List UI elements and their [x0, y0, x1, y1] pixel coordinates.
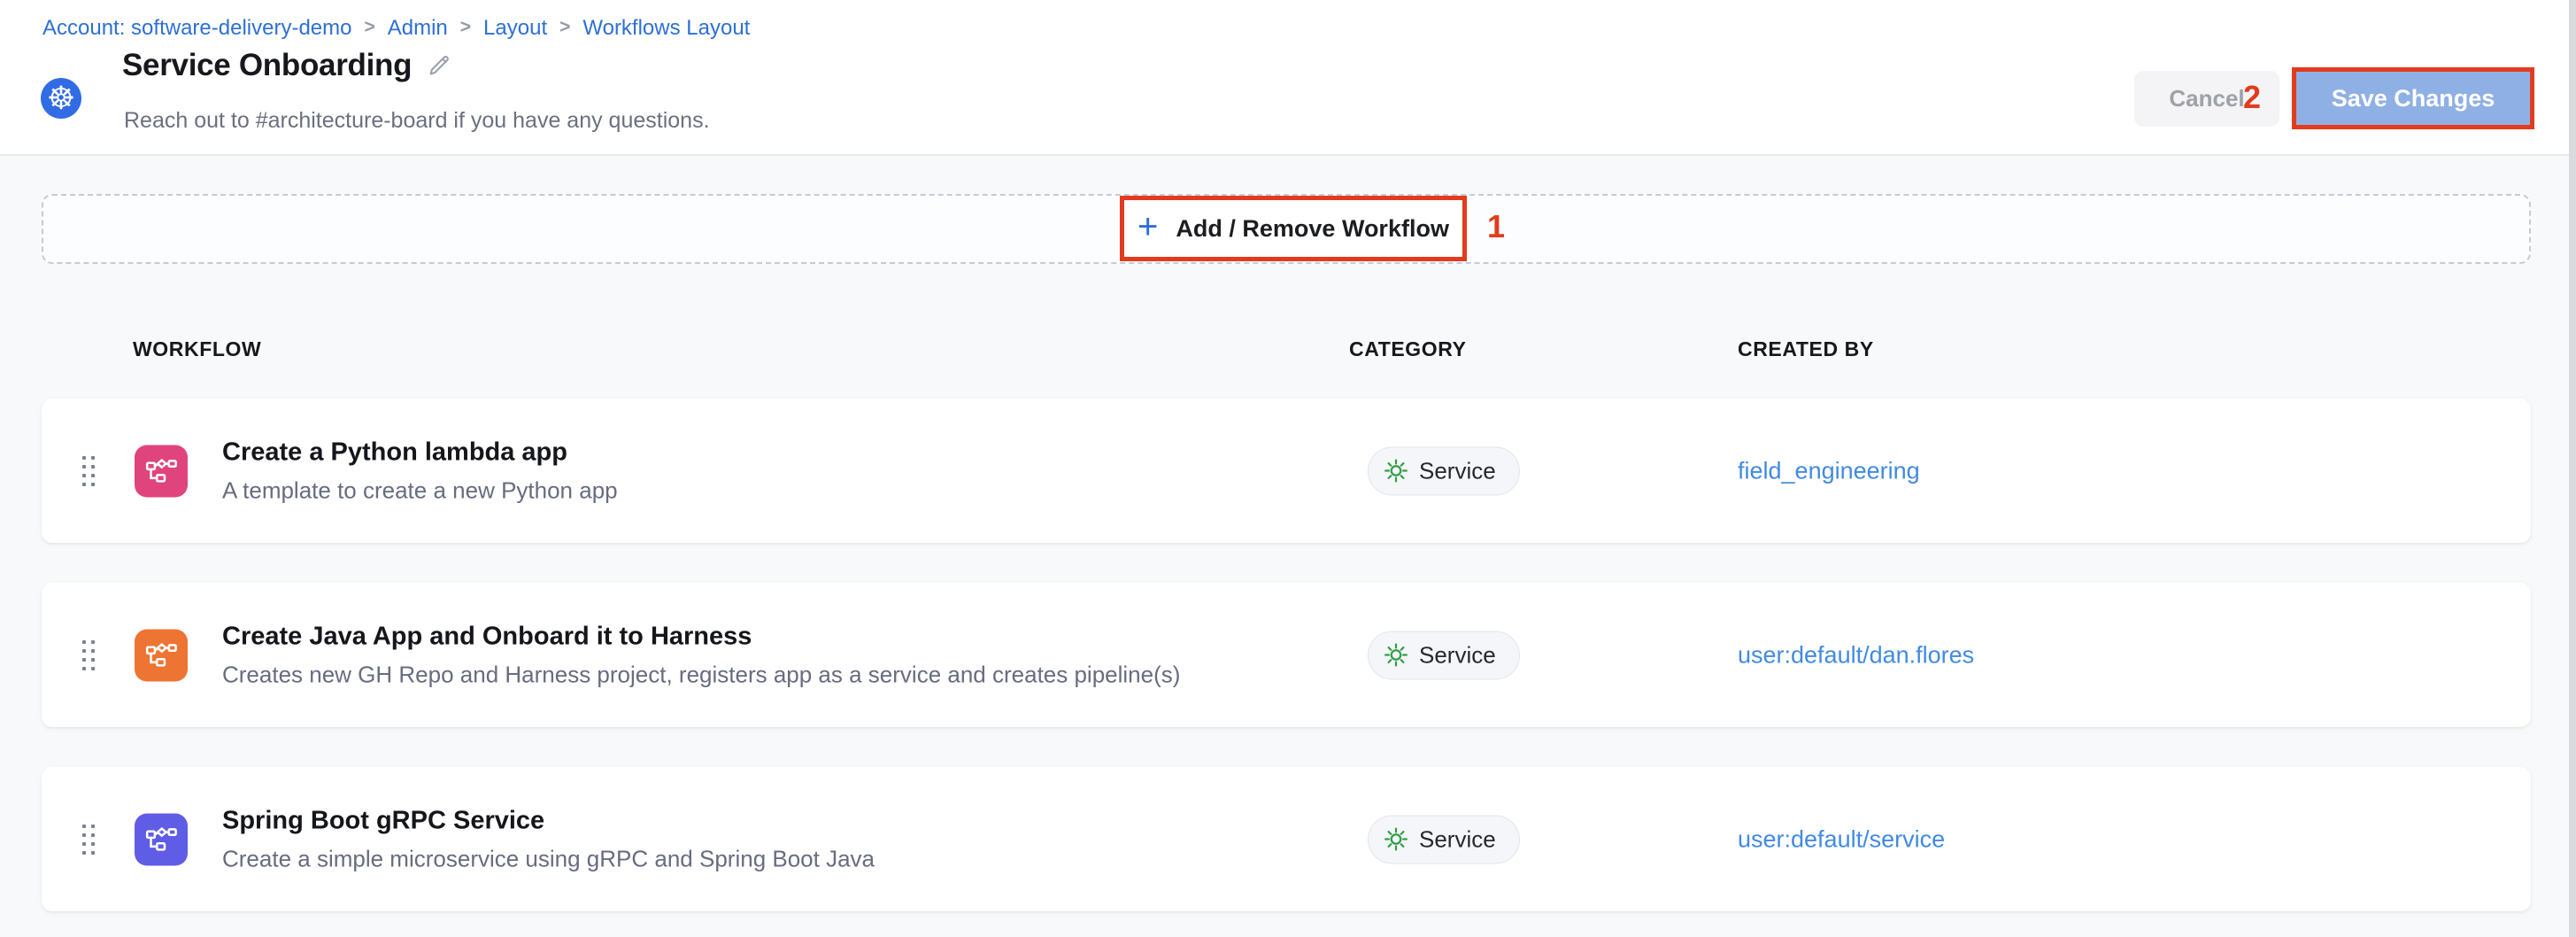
annotation-box-save: Save Changes [2292, 67, 2534, 129]
chevron-right-icon: > [559, 17, 570, 38]
workflow-title: Spring Boot gRPC Service [222, 806, 875, 835]
workflow-row: Create Java App and Onboard it to Harnes… [42, 583, 2531, 727]
page-header: Account: software-delivery-demo > Admin … [0, 0, 2576, 156]
breadcrumb-layout[interactable]: Layout [483, 16, 547, 41]
category-badge: Service [1368, 815, 1520, 863]
workflow-icon [135, 813, 188, 865]
column-header-created-by: CREATED BY [1738, 337, 1874, 361]
breadcrumb-admin[interactable]: Admin [388, 16, 448, 41]
breadcrumb-account[interactable]: Account: software-delivery-demo [42, 16, 351, 41]
workflow-title: Create a Python lambda app [222, 438, 618, 467]
annotation-label-1: 1 [1487, 211, 1505, 243]
workflow-description: A template to create a new Python app [222, 476, 618, 504]
page-title: Service Onboarding [122, 48, 412, 83]
breadcrumb: Account: software-delivery-demo > Admin … [42, 16, 750, 41]
chevron-right-icon: > [364, 17, 374, 38]
page-subtitle: Reach out to #architecture-board if you … [124, 108, 710, 134]
workflow-icon [135, 629, 188, 681]
edit-pencil-icon[interactable] [426, 52, 452, 79]
gear-icon [1383, 826, 1409, 853]
kubernetes-icon: ☸ [41, 78, 81, 119]
created-by-link[interactable]: field_engineering [1738, 457, 1920, 484]
category-label: Service [1419, 825, 1496, 853]
gear-icon [1383, 458, 1409, 484]
plus-icon: + [1138, 209, 1158, 244]
gear-icon [1383, 642, 1409, 669]
workflow-title: Create Java App and Onboard it to Harnes… [222, 622, 1180, 651]
scrollbar[interactable] [2569, 0, 2576, 937]
workflow-icon [135, 445, 188, 497]
drag-handle-icon[interactable] [82, 456, 95, 486]
drag-handle-icon[interactable] [82, 825, 95, 855]
breadcrumb-workflows-layout[interactable]: Workflows Layout [582, 16, 750, 41]
category-label: Service [1419, 641, 1496, 669]
add-remove-workflow-label: Add / Remove Workflow [1176, 215, 1449, 243]
category-badge: Service [1368, 446, 1520, 495]
drag-handle-icon[interactable] [82, 640, 95, 670]
workflow-row: Spring Boot gRPC Service Create a simple… [42, 767, 2531, 911]
workflow-row: Create a Python lambda app A template to… [42, 399, 2531, 543]
workflow-description: Create a simple microservice using gRPC … [222, 845, 875, 872]
workflow-description: Creates new GH Repo and Harness project,… [222, 661, 1180, 688]
chevron-right-icon: > [460, 17, 471, 38]
save-changes-button[interactable]: Save Changes [2296, 72, 2530, 125]
created-by-link[interactable]: user:default/dan.flores [1738, 641, 1974, 669]
add-remove-workflow-button[interactable]: + Add / Remove Workflow [1120, 196, 1467, 261]
created-by-link[interactable]: user:default/service [1738, 825, 1945, 853]
category-badge: Service [1368, 631, 1520, 679]
annotation-label-2: 2 [2243, 81, 2261, 113]
column-header-category: CATEGORY [1349, 337, 1467, 361]
column-header-workflow: WORKFLOW [133, 337, 261, 361]
category-label: Service [1419, 457, 1496, 484]
